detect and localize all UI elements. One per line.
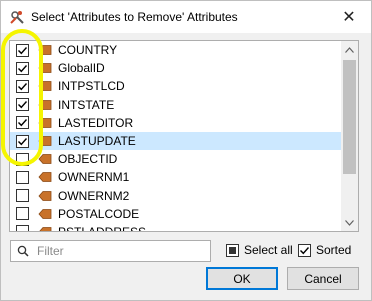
attribute-checkbox[interactable] (16, 207, 29, 221)
attribute-tag-icon (38, 153, 52, 165)
attribute-tag-icon (38, 208, 52, 220)
attribute-checkbox[interactable] (16, 152, 29, 166)
attribute-checkbox[interactable] (16, 189, 29, 203)
attribute-row[interactable]: GlobalID (10, 59, 342, 77)
vertical-scrollbar[interactable] (341, 41, 358, 231)
attribute-row[interactable]: OWNERNM1 (10, 168, 342, 186)
chevron-up-icon (345, 46, 354, 53)
sorted-label: Sorted (316, 243, 352, 257)
transformer-icon (9, 9, 25, 25)
attribute-tag-icon (38, 62, 52, 74)
attribute-checkbox[interactable] (16, 98, 29, 112)
dialog-title: Select 'Attributes to Remove' Attributes (31, 10, 238, 24)
attribute-checkbox[interactable] (16, 134, 29, 148)
sorted-option[interactable]: Sorted (298, 243, 351, 257)
close-icon: ✕ (342, 8, 356, 26)
attribute-checkbox[interactable] (16, 116, 29, 130)
select-all-checkbox[interactable] (226, 243, 239, 257)
attribute-checkbox[interactable] (16, 79, 29, 93)
attribute-tag-icon (38, 44, 52, 56)
select-all-option[interactable]: Select all (226, 243, 293, 257)
attribute-tag-icon (38, 117, 52, 129)
attribute-tag-icon (38, 80, 52, 92)
attribute-row[interactable]: PSTLADDRESS (10, 223, 342, 232)
attribute-label: PSTLADDRESS (58, 224, 147, 232)
attribute-tag-icon (38, 99, 52, 111)
attribute-tag-icon (38, 135, 52, 147)
cancel-button[interactable]: Cancel (287, 267, 359, 290)
attribute-label: OWNERNM1 (58, 170, 130, 185)
attribute-label: POSTALCODE (58, 206, 140, 221)
attribute-list[interactable]: COUNTRY GlobalID INTPSTLCD INTSTATE LASTEDIT… (9, 40, 359, 232)
attribute-label: INTPSTLCD (58, 79, 125, 94)
attribute-row[interactable]: POSTALCODE (10, 205, 342, 223)
close-button[interactable]: ✕ (327, 1, 371, 32)
attribute-rows: COUNTRY GlobalID INTPSTLCD INTSTATE LASTEDIT… (10, 41, 342, 232)
filter-box[interactable] (10, 240, 211, 262)
attribute-tag-icon (38, 171, 52, 183)
attribute-tag-icon (38, 190, 52, 202)
checkmark-icon (18, 46, 28, 54)
filter-input[interactable] (37, 243, 207, 259)
attribute-label: LASTEDITOR (58, 115, 134, 130)
attribute-tag-icon (38, 226, 52, 231)
checkmark-icon (18, 101, 28, 109)
attribute-checkbox[interactable] (16, 170, 29, 184)
attribute-label: COUNTRY (58, 43, 118, 58)
attribute-row[interactable]: LASTEDITOR (10, 114, 342, 132)
select-attributes-dialog: Select 'Attributes to Remove' Attributes… (0, 0, 372, 301)
ok-button[interactable]: OK (206, 267, 278, 290)
attribute-row[interactable]: COUNTRY (10, 41, 342, 59)
attribute-row[interactable]: OBJECTID (10, 150, 342, 168)
attribute-row[interactable]: OWNERNM2 (10, 187, 342, 205)
attribute-row[interactable]: INTSTATE (10, 96, 342, 114)
chevron-down-icon (345, 219, 354, 226)
checkmark-icon (18, 83, 28, 91)
attribute-label: LASTUPDATE (58, 134, 136, 149)
attribute-label: OBJECTID (58, 152, 118, 167)
sorted-checkbox[interactable] (298, 243, 311, 257)
attribute-label: GlobalID (58, 61, 105, 76)
select-all-label: Select all (244, 243, 293, 257)
partial-check-indicator (229, 246, 236, 254)
attribute-label: INTSTATE (58, 97, 115, 112)
attribute-label: OWNERNM2 (58, 188, 130, 203)
attribute-row[interactable]: LASTUPDATE (10, 131, 342, 151)
title-bar: Select 'Attributes to Remove' Attributes… (1, 1, 371, 33)
checkmark-icon (18, 64, 28, 73)
attribute-row[interactable]: INTPSTLCD (10, 77, 342, 95)
attribute-checkbox[interactable] (16, 43, 29, 57)
checkmark-icon (18, 119, 28, 127)
scrollbar-thumb[interactable] (343, 60, 356, 174)
scroll-up-button[interactable] (341, 41, 358, 58)
search-icon (17, 245, 29, 257)
attribute-checkbox[interactable] (16, 61, 29, 75)
scroll-down-button[interactable] (341, 214, 358, 231)
checkmark-icon (300, 246, 310, 254)
attribute-checkbox[interactable] (16, 225, 29, 231)
checkmark-icon (18, 137, 28, 145)
